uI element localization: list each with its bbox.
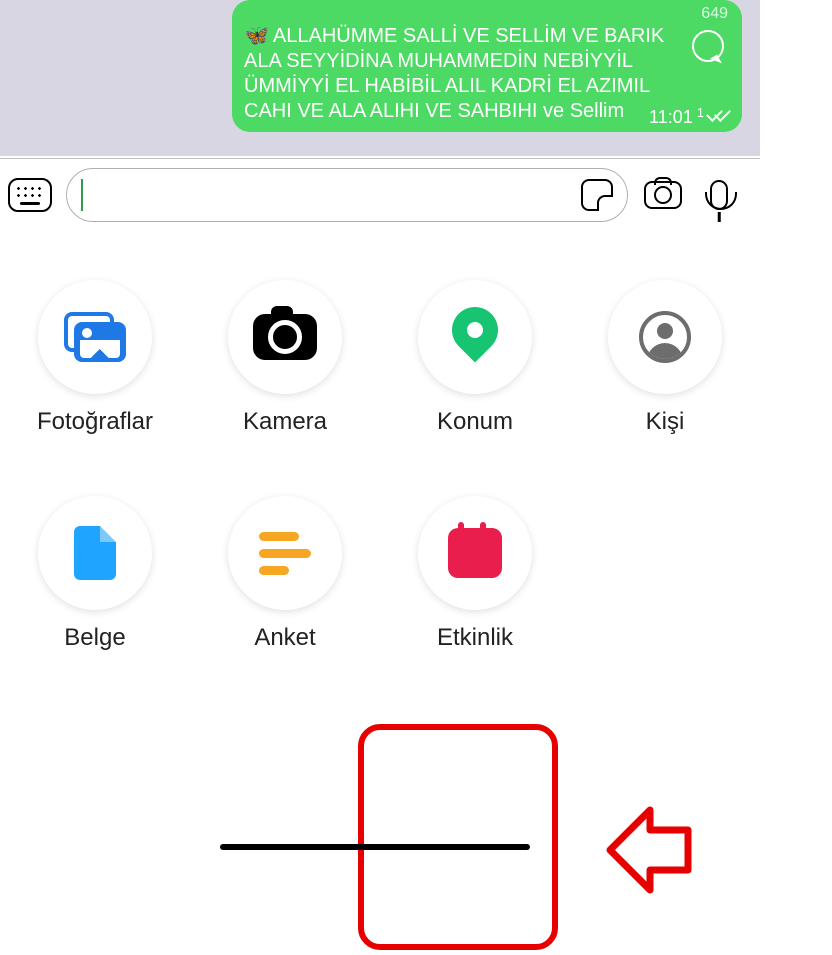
sticker-icon[interactable] [581,179,613,211]
attachment-contact[interactable]: Kişi [608,280,722,436]
camera-button[interactable] [642,174,684,216]
bubble-tail [740,112,742,126]
attachment-label: Kişi [646,408,685,436]
attachment-camera[interactable]: Kamera [228,280,342,436]
text-cursor [81,179,83,211]
poll-icon [259,532,311,575]
input-bar [0,158,760,230]
attachment-grid: Fotoğraflar Kamera Konum Kişi Belge Anke… [0,280,760,652]
attachment-photos[interactable]: Fotoğraflar [37,280,153,436]
attachment-label: Konum [437,408,513,436]
read-ticks-icon [708,110,730,124]
message-text: 🦋ALLAHÜMME SALLİ VE SELLİM VE BARIK ALA … [244,24,692,124]
message-count: 1 [697,105,704,121]
attachment-label: Anket [254,624,315,652]
attachment-label: Belge [64,624,125,652]
attachment-label: Fotoğraflar [37,408,153,436]
comment-icon [692,30,724,62]
attachment-document[interactable]: Belge [38,496,152,652]
message-meta: 11:01 1 [649,106,730,129]
message-number: 649 [701,4,728,24]
attachment-label: Etkinlik [437,624,513,652]
message-input[interactable] [85,183,581,206]
camera-icon [644,181,682,209]
contact-icon [639,311,691,363]
attachment-poll[interactable]: Anket [228,496,342,652]
attachment-location[interactable]: Konum [418,280,532,436]
message-time: 11:01 [649,106,693,129]
attachment-event[interactable]: Etkinlik [418,496,532,652]
message-body: ALLAHÜMME SALLİ VE SELLİM VE BARIK ALA S… [244,25,664,122]
message-input-wrapper[interactable] [66,168,628,222]
message-bubble[interactable]: 649 🦋ALLAHÜMME SALLİ VE SELLİM VE BARIK … [232,0,742,132]
document-icon [74,526,116,580]
attachment-label: Kamera [243,408,327,436]
photos-icon [64,312,126,362]
calendar-icon [448,528,502,578]
attachment-panel: Fotoğraflar Kamera Konum Kişi Belge Anke… [0,230,760,878]
home-indicator[interactable] [220,844,530,850]
camera-fill-icon [253,314,317,360]
butterfly-icon: 🦋 [244,25,269,47]
microphone-icon [710,180,728,210]
annotation-highlight [358,724,558,950]
location-pin-icon [452,307,498,367]
keyboard-icon[interactable] [8,178,52,212]
annotation-arrow-icon [580,750,690,950]
microphone-button[interactable] [698,174,740,216]
